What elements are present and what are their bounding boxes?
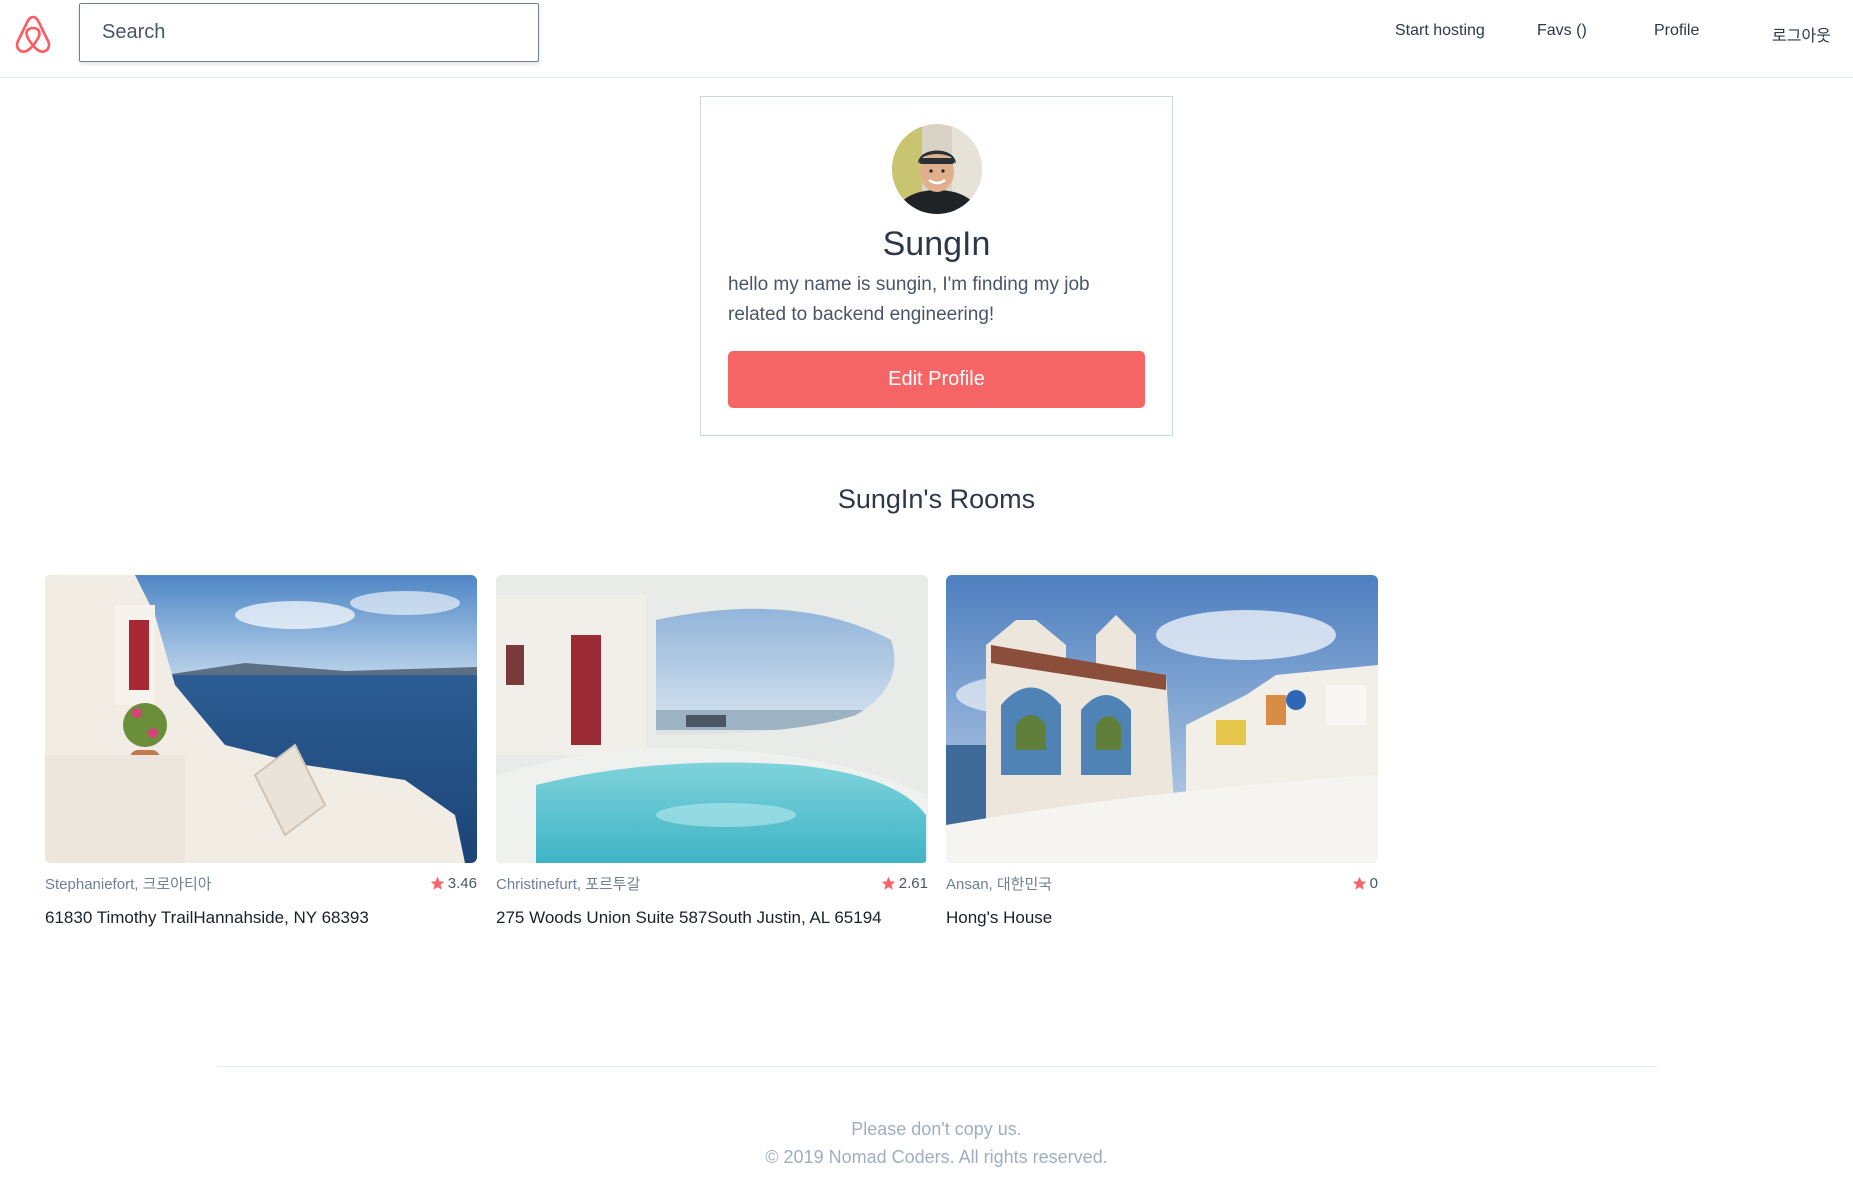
- room-photo[interactable]: [946, 575, 1378, 863]
- rooms-heading: SungIn's Rooms: [837, 484, 1036, 514]
- room-photo[interactable]: [45, 575, 477, 863]
- star-icon: [1352, 876, 1366, 890]
- rating-value: 0: [1369, 875, 1378, 892]
- profile-bio: hello my name is sungin, I'm finding my …: [728, 274, 1090, 325]
- rating-value: 2.61: [898, 875, 928, 892]
- room-card[interactable]: Ansan, 대한민국 0 Hong's House: [946, 575, 1378, 928]
- room-name[interactable]: 61830 Timothy TrailHannahside, NY 68393: [45, 908, 477, 928]
- edit-profile-button[interactable]: Edit Profile: [728, 351, 1145, 408]
- footer: Please don't copy us. © 2019 Nomad Coder…: [0, 1115, 1853, 1171]
- airbnb-logo-icon[interactable]: [13, 13, 53, 55]
- favs-link[interactable]: Favs (): [1537, 22, 1587, 40]
- room-card[interactable]: Christinefurt, 포르투갈 2.61 275 Woods Union…: [496, 575, 928, 928]
- room-location: Christinefurt, 포르투갈: [496, 876, 641, 893]
- room-location: Ansan, 대한민국: [946, 876, 1053, 893]
- room-location: Stephaniefort, 크로아티아: [45, 876, 212, 893]
- start-hosting-link[interactable]: Start hosting: [1395, 22, 1485, 40]
- room-meta: Christinefurt, 포르투갈 2.61: [496, 873, 928, 894]
- room-meta: Stephaniefort, 크로아티아 3.46: [45, 873, 477, 894]
- star-icon: [881, 876, 896, 890]
- room-card[interactable]: Stephaniefort, 크로아티아 3.46 61830 Timothy …: [45, 575, 477, 928]
- search-input[interactable]: [102, 21, 538, 44]
- rating-value: 3.46: [447, 875, 477, 892]
- room-photo[interactable]: [496, 575, 928, 863]
- top-navbar: Start hosting Favs () Profile 로그아웃: [0, 0, 1853, 78]
- star-icon: [430, 876, 445, 890]
- profile-name: SungIn: [882, 225, 991, 263]
- avatar: [892, 124, 982, 214]
- footer-copyright: © 2019 Nomad Coders. All rights reserved…: [765, 1147, 1108, 1167]
- search-box[interactable]: [79, 3, 539, 62]
- room-rating: 2.61: [881, 875, 928, 892]
- room-rating: 3.46: [430, 875, 477, 892]
- room-name[interactable]: 275 Woods Union Suite 587South Justin, A…: [496, 908, 928, 928]
- room-rating: 0: [1352, 875, 1378, 892]
- profile-card: SungIn hello my name is sungin, I'm find…: [700, 96, 1173, 436]
- room-name[interactable]: Hong's House: [946, 908, 1378, 928]
- room-meta: Ansan, 대한민국 0: [946, 873, 1378, 894]
- profile-link[interactable]: Profile: [1654, 22, 1699, 40]
- footer-notice: Please don't copy us.: [851, 1119, 1022, 1139]
- logout-link[interactable]: 로그아웃: [1772, 22, 1831, 46]
- footer-divider: [217, 1066, 1657, 1067]
